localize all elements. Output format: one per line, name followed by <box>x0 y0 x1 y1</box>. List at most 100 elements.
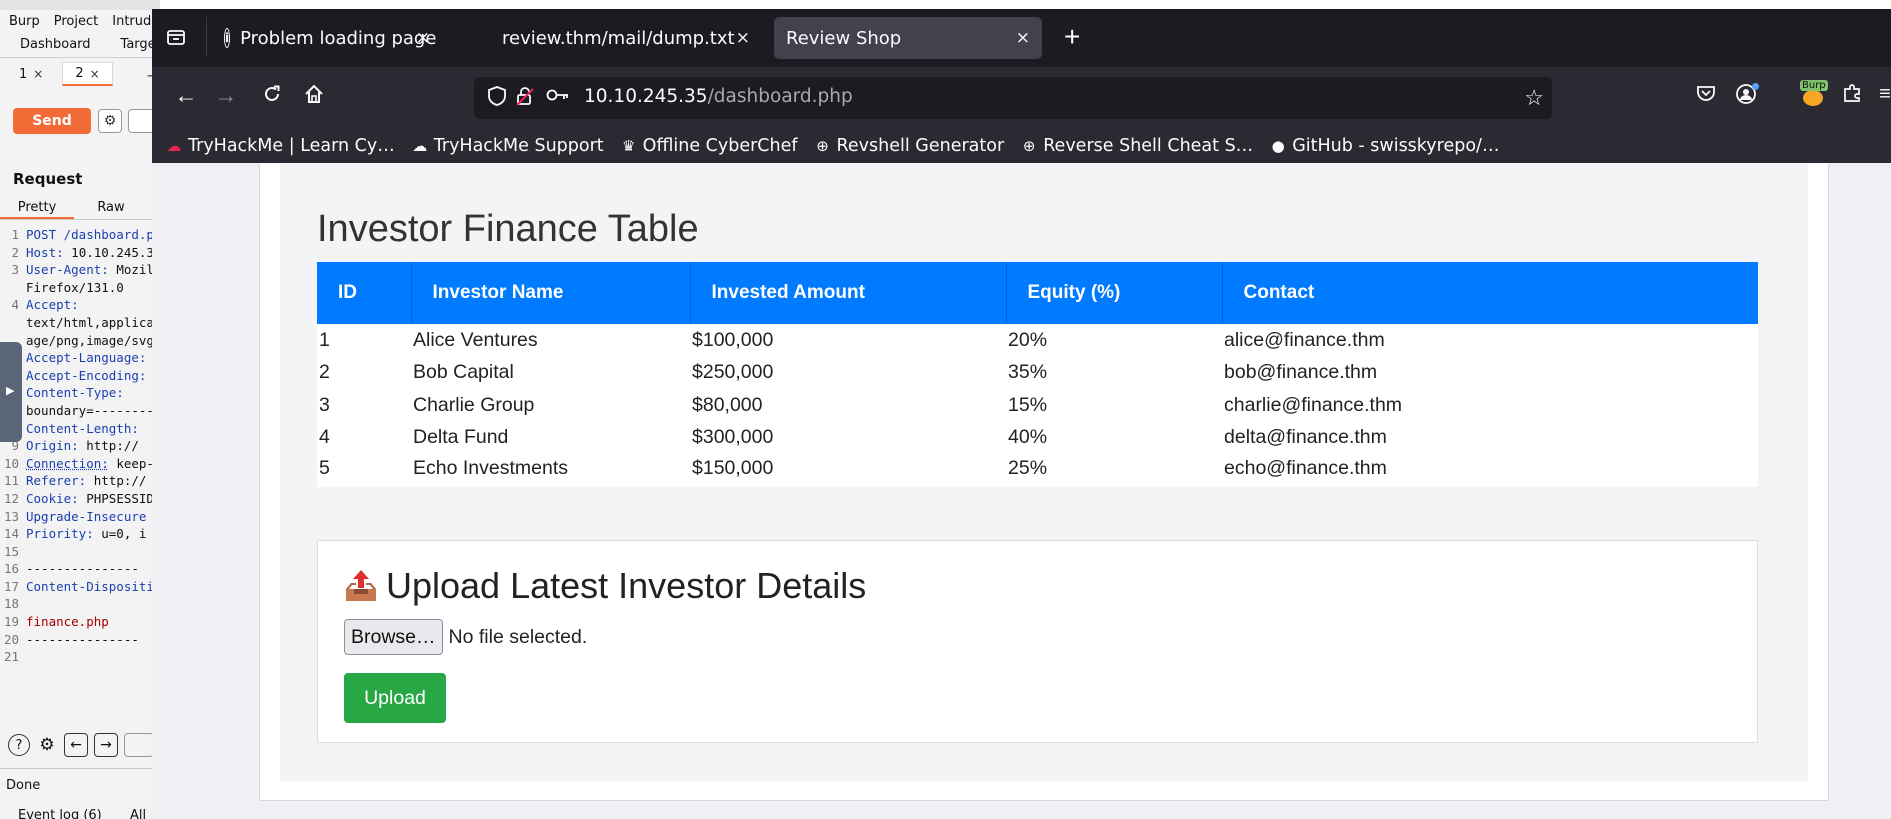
request-view-tabs: Pretty Raw <box>0 198 160 220</box>
header-key: Priority: <box>26 526 94 542</box>
cell-equity: 35% <box>1008 361 1048 384</box>
close-icon[interactable]: × <box>736 28 750 48</box>
close-icon[interactable]: × <box>1016 28 1030 48</box>
bookmark-label: Reverse Shell Cheat S… <box>1043 136 1254 156</box>
bookmark-label: GitHub - swisskyrepo/… <box>1292 136 1500 156</box>
table-row: 2 Bob Capital $250,000 35% bob@finance.t… <box>317 357 1758 390</box>
request-line: 20 --------------- <box>0 631 160 649</box>
gear-icon[interactable]: ⚙ <box>98 109 122 133</box>
menu-burp[interactable]: Burp <box>9 14 40 29</box>
address-bar[interactable]: 10.10.245.35/dashboard.php ☆ <box>474 77 1552 119</box>
pocket-icon[interactable] <box>1692 83 1720 109</box>
dashboard-container: Investor Finance Table ID Investor Name … <box>259 163 1829 801</box>
cell-contact: alice@finance.thm <box>1224 328 1385 351</box>
request-line: 14 Priority: u=0, i <box>0 525 160 543</box>
forward-arrow-icon[interactable]: → <box>212 83 240 107</box>
line-number: 10 <box>3 455 19 471</box>
event-log-tab[interactable]: Event log (6) All <box>18 808 146 819</box>
bookmark-github[interactable]: ● GitHub - swisskyrepo/… <box>1269 136 1500 156</box>
cell-contact: echo@finance.thm <box>1224 456 1387 479</box>
insecure-lock-icon[interactable] <box>516 86 534 111</box>
cell-contact: bob@finance.thm <box>1224 361 1378 384</box>
cell-invested-amount: $150,000 <box>692 456 774 479</box>
reload-icon[interactable] <box>258 83 286 109</box>
tab-title: review.thm/mail/dump.txt <box>502 27 735 49</box>
notification-dot <box>1752 83 1759 90</box>
bookmark-reverse-shell-cheat[interactable]: ⊕ Reverse Shell Cheat S… <box>1020 136 1253 156</box>
request-line: 7Content-Type: <box>0 384 160 402</box>
menu-project[interactable]: Project <box>54 14 98 29</box>
home-icon[interactable] <box>300 83 328 109</box>
cell-investor-name: Echo Investments <box>413 456 568 479</box>
request-line: 1 POST /dashboard.php <box>0 226 160 244</box>
forward-arrow-icon[interactable]: → <box>94 733 118 757</box>
all-issues-tab[interactable]: All <box>130 808 146 819</box>
request-line: 9 Origin: http:// <box>0 437 160 455</box>
expand-icon: ▶ <box>6 384 15 397</box>
repeater-sub-tabs: 1 × 2 × <box>6 62 113 86</box>
gear-icon[interactable]: ⚙ <box>36 734 58 756</box>
header-key: Referer: <box>26 473 87 489</box>
repeater-tab-2[interactable]: 2 × <box>62 62 113 86</box>
shield-icon[interactable] <box>488 86 506 111</box>
cell-id: 5 <box>319 456 330 479</box>
file-input: Browse… No file selected. <box>344 619 587 655</box>
send-button[interactable]: Send <box>13 108 91 134</box>
request-line: 15 <box>0 543 160 561</box>
bookmark-revshell[interactable]: ⊕ Revshell Generator <box>814 136 1004 156</box>
back-arrow-icon[interactable]: ← <box>172 83 200 107</box>
bookmark-tryhackme[interactable]: ☁ TryHackMe | Learn Cy… <box>165 136 395 156</box>
request-line: 19 finance.php <box>0 613 160 631</box>
cell-investor-name: Delta Fund <box>413 426 509 449</box>
tab-pretty[interactable]: Pretty <box>0 198 74 219</box>
tab-dashboard[interactable]: Dashboard <box>20 37 91 52</box>
close-icon[interactable]: × <box>416 28 430 48</box>
editor-toolbar: ? ⚙ ← → <box>8 733 154 757</box>
search-input[interactable] <box>124 733 154 757</box>
key-icon[interactable] <box>546 86 570 107</box>
cell-id: 1 <box>319 328 330 351</box>
bookmarks-toolbar: ☁ TryHackMe | Learn Cy… ☁ TryHackMe Suppor… <box>152 129 1891 163</box>
header-key: Content-Type: <box>26 385 124 401</box>
browse-button[interactable]: Browse… <box>344 619 443 655</box>
burp-extension-icon[interactable]: Burp <box>1800 80 1828 108</box>
header-value: PHPSESSID <box>78 490 154 506</box>
header-key: Content-Disposition <box>26 578 160 594</box>
extensions-icon[interactable] <box>1838 83 1866 109</box>
close-icon[interactable]: × <box>33 67 43 81</box>
bookmark-cyberchef[interactable]: ♛ Offline CyberChef <box>620 136 798 156</box>
tab-problem-loading[interactable]: i Problem loading page × <box>212 17 442 59</box>
header-value: http:// <box>86 473 147 489</box>
bookmark-star-icon[interactable]: ☆ <box>1524 85 1544 111</box>
request-line: 11 Referer: http:// <box>0 472 160 490</box>
back-arrow-icon[interactable]: ← <box>64 733 88 757</box>
tab-title: Problem loading page <box>240 27 437 49</box>
cell-equity: 40% <box>1008 426 1048 449</box>
firefox-window: i Problem loading page × review.thm/mail… <box>152 9 1891 819</box>
new-tab-button[interactable]: + <box>1064 23 1080 51</box>
event-log-label: Event log (6) <box>18 808 102 819</box>
close-icon[interactable]: × <box>90 67 100 81</box>
header-key: POST /dashboard.php <box>26 227 160 242</box>
tab-review-shop[interactable]: Review Shop × <box>774 17 1042 59</box>
request-line: 21 <box>0 648 160 666</box>
burp-menubar: Burp Project Intruder <box>0 10 160 32</box>
inspector-handle[interactable]: ▶ <box>0 342 22 442</box>
menu-icon[interactable]: ≡ <box>1878 83 1891 106</box>
tab-list-icon[interactable] <box>164 25 188 49</box>
cell-equity: 20% <box>1008 328 1048 351</box>
bookmark-tryhackme-support[interactable]: ☁ TryHackMe Support <box>411 136 603 156</box>
divider <box>206 17 207 57</box>
header-value: Firefox/131.0 <box>26 279 124 295</box>
cell-investor-name: Charlie Group <box>413 393 535 416</box>
header-value: boundary=----------- <box>26 402 160 418</box>
tab-raw[interactable]: Raw <box>74 198 148 219</box>
upload-form: Upload Latest Investor Details Browse… N… <box>317 540 1758 743</box>
cell-invested-amount: $80,000 <box>692 393 763 416</box>
header-key: User-Agent: <box>26 262 109 278</box>
repeater-tab-1[interactable]: 1 × <box>6 62 56 86</box>
upload-button[interactable]: Upload <box>344 673 446 723</box>
line-number: 20 <box>3 631 19 647</box>
help-icon[interactable]: ? <box>8 734 30 756</box>
request-editor[interactable]: 1 POST /dashboard.php 2 Host: 10.10.245.35 3… <box>0 226 160 666</box>
